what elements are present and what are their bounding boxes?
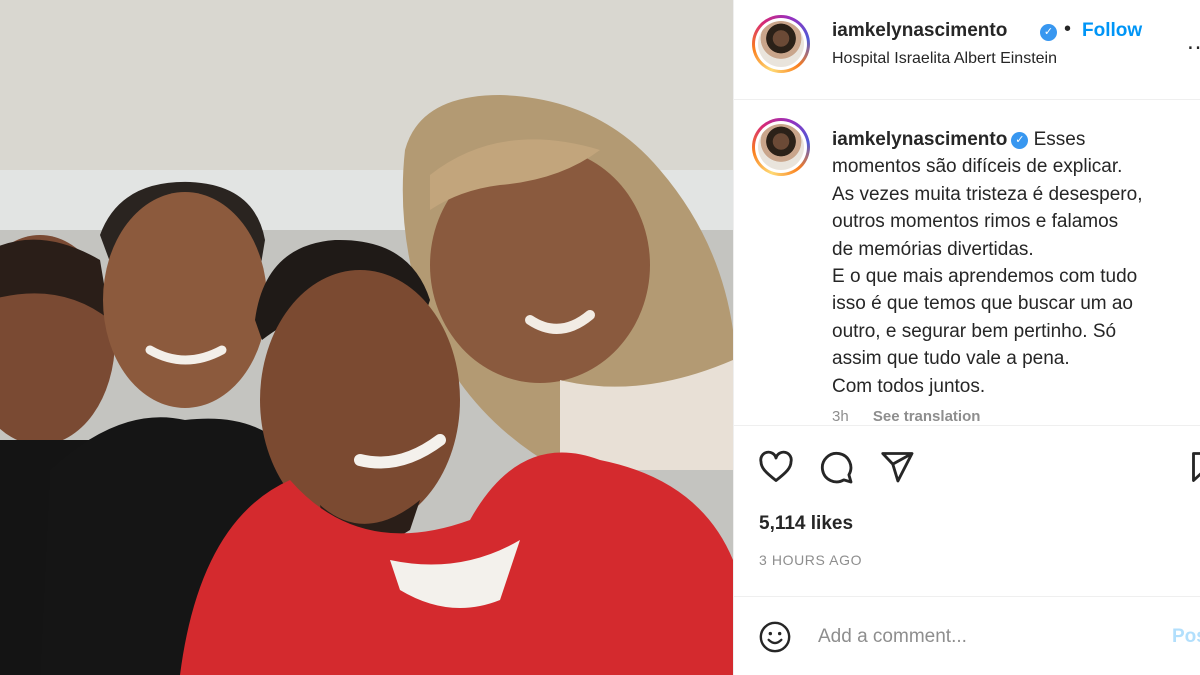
caption-meta: 3h See translation bbox=[832, 408, 980, 425]
caption-line: momentos são difíceis de explicar. bbox=[832, 156, 1123, 178]
verified-badge-icon: ✓ bbox=[1011, 132, 1029, 149]
caption-username-link[interactable]: iamkelynascimento bbox=[832, 129, 1007, 150]
caption-line: Com todos juntos. bbox=[832, 375, 986, 397]
heart-icon[interactable] bbox=[758, 449, 794, 485]
username-link[interactable]: iamkelynascimento bbox=[832, 20, 1007, 42]
caption-line: outro, e segurar bem pertinho. Só bbox=[832, 320, 1117, 342]
post-photo[interactable] bbox=[0, 0, 733, 675]
caption-line: assim que tudo vale a pena. bbox=[832, 348, 1070, 370]
verified-badge-icon: ✓ bbox=[1040, 24, 1057, 41]
caption-line: As vezes muita tristeza é desespero, bbox=[832, 183, 1143, 205]
comment-bar: Post bbox=[734, 596, 1200, 675]
caption-line: outros momentos rimos e falamos bbox=[832, 211, 1119, 233]
action-bar bbox=[734, 427, 1200, 507]
post-header: iamkelynascimento ✓ • Follow Hospital Is… bbox=[734, 0, 1200, 100]
comment-input[interactable] bbox=[818, 623, 1158, 651]
caption-line: E o que mais aprendemos com tudo bbox=[832, 266, 1138, 288]
caption-age: 3h bbox=[832, 408, 849, 425]
comment-icon[interactable] bbox=[818, 449, 854, 485]
caption-line: Esses bbox=[1033, 129, 1086, 150]
see-translation-link[interactable]: See translation bbox=[873, 408, 981, 425]
bookmark-icon[interactable] bbox=[1186, 449, 1200, 485]
location-link[interactable]: Hospital Israelita Albert Einstein bbox=[832, 50, 1057, 68]
more-options-icon[interactable]: … bbox=[1186, 28, 1200, 56]
caption-line: isso é que temos que buscar um ao bbox=[832, 293, 1134, 315]
caption-text: iamkelynascimento ✓ Esses momentos são di… bbox=[832, 126, 1200, 400]
caption-line: de memórias divertidas. bbox=[832, 238, 1034, 260]
selfie-illustration bbox=[0, 0, 733, 675]
avatar[interactable] bbox=[752, 15, 810, 73]
send-icon[interactable] bbox=[879, 449, 915, 485]
likes-count[interactable]: 5,114 likes bbox=[759, 513, 853, 535]
post-timestamp[interactable]: 3 HOURS AGO bbox=[759, 552, 862, 568]
caption-avatar[interactable] bbox=[752, 118, 810, 176]
emoji-icon[interactable] bbox=[758, 620, 792, 654]
follow-button[interactable]: Follow bbox=[1082, 20, 1142, 42]
post-sidebar: iamkelynascimento ✓ • Follow Hospital Is… bbox=[733, 0, 1200, 675]
caption-section: iamkelynascimento ✓ Esses momentos são di… bbox=[734, 100, 1200, 426]
post-comment-button[interactable]: Post bbox=[1172, 626, 1200, 648]
separator-dot: • bbox=[1064, 18, 1072, 40]
